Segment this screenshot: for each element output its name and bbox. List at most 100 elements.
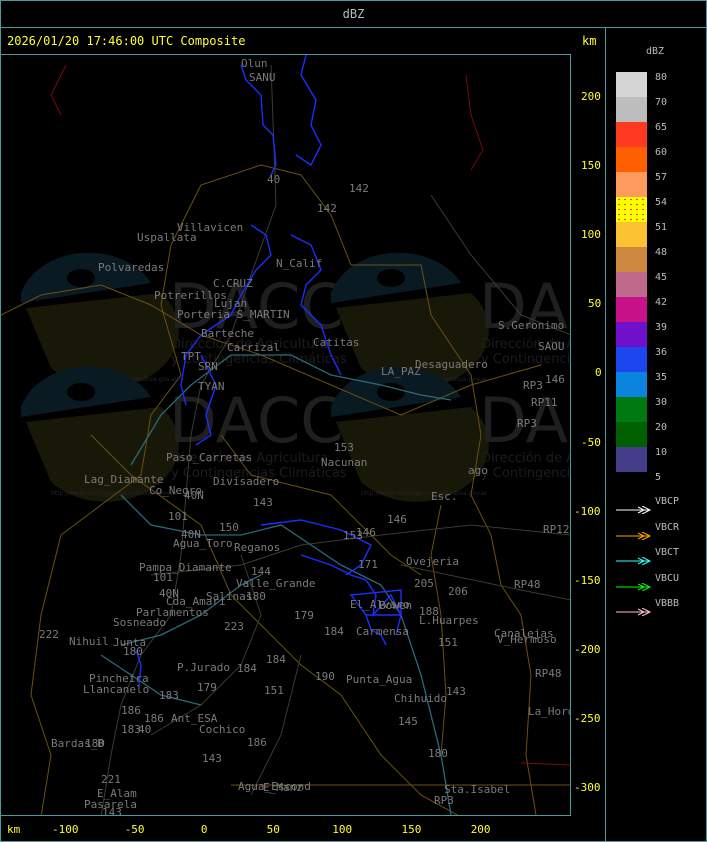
- scale-label: 10: [655, 447, 668, 458]
- y-tick-label: -100: [574, 504, 601, 518]
- color-swatch: [616, 422, 647, 447]
- x-tick-label: 50: [266, 823, 280, 836]
- place-label: ago: [468, 464, 488, 477]
- header-title: dBZ: [342, 7, 365, 21]
- place-label: 144: [251, 565, 271, 578]
- scale-label: 80: [655, 72, 668, 83]
- color-swatch: [616, 272, 647, 297]
- place-label: 171: [358, 558, 378, 571]
- place-label: Barteche: [201, 327, 254, 340]
- color-swatch: [616, 297, 647, 322]
- dacc-logo: DACC Dirección de Agricultura y Continge…: [21, 366, 347, 502]
- radar-name[interactable]: VBCR: [655, 522, 679, 533]
- color-swatch: [616, 122, 647, 147]
- scale-label: 35: [655, 372, 668, 383]
- place-label: 179: [197, 681, 217, 694]
- place-label: RP3: [523, 379, 543, 392]
- place-label: 146: [387, 513, 407, 526]
- radar-name[interactable]: VBCT: [655, 547, 679, 558]
- radar-arrow-icon: [616, 550, 652, 566]
- scale-label: 39: [655, 322, 668, 333]
- place-label: Punta_Agua: [346, 673, 413, 686]
- place-label: RP48: [535, 667, 562, 680]
- place-label: Chihuido: [394, 692, 447, 705]
- logo-line2: y Contingencias Climáticas: [481, 466, 571, 481]
- scale-label: 20: [655, 422, 668, 433]
- place-label: 143: [446, 685, 466, 698]
- place-label: RP3: [517, 417, 537, 430]
- radar-arrow-icon: [616, 525, 652, 540]
- y-tick-label: 50: [588, 297, 602, 311]
- color-swatch: [616, 322, 647, 347]
- place-label: Carmensa: [356, 625, 409, 638]
- logo-line1: Dirección de Agricultura: [481, 451, 571, 466]
- y-tick-label: -300: [574, 781, 601, 794]
- place-label: SANU: [249, 71, 276, 84]
- dacc-watermark: DACC Dirección de Agricultura y Continge…: [21, 252, 571, 502]
- place-label: 180: [246, 590, 266, 603]
- radar-arrow-icon: [616, 601, 652, 617]
- place-label: 223: [224, 620, 244, 633]
- y-tick-label: 100: [581, 228, 601, 242]
- place-label: Carrizal: [227, 341, 280, 354]
- y-tick-label: -250: [574, 711, 601, 725]
- place-label: 180: [85, 737, 105, 750]
- y-tick-label: 0: [595, 366, 602, 380]
- place-label: 142: [317, 202, 337, 215]
- radar-map[interactable]: DACC Dirección de Agricultura y Continge…: [1, 54, 571, 816]
- place-label: 40N: [184, 489, 204, 502]
- place-label: Agua_Toro: [173, 537, 233, 550]
- place-label: 184: [266, 653, 286, 666]
- color-swatch: [616, 97, 647, 122]
- radar-arrow-icon: [616, 576, 652, 591]
- scale-label: 65: [655, 122, 668, 133]
- place-label: Polvaredas: [98, 261, 165, 274]
- y-tick-label: 200: [581, 90, 601, 103]
- x-axis-unit: km: [7, 823, 21, 836]
- place-label: 184: [237, 662, 257, 675]
- place-label: 222: [39, 628, 59, 641]
- place-label: Ovejeria: [406, 555, 459, 568]
- legend-title: dBZ: [646, 46, 665, 57]
- place-label: RP12: [543, 523, 570, 536]
- logo-url: http://www.contingencias.mendoza.gov.ar: [361, 490, 488, 497]
- scale-label: 45: [655, 272, 668, 283]
- place-label: 206: [448, 585, 468, 598]
- scale-label: 30: [655, 397, 668, 408]
- x-tick-label: 0: [200, 823, 208, 836]
- color-swatch: [616, 172, 647, 197]
- radar-name[interactable]: VBBB: [655, 598, 679, 609]
- place-label: Sosneado: [113, 616, 166, 629]
- scale-label: 51: [655, 222, 668, 233]
- place-label: 183: [121, 723, 141, 736]
- place-label: Cochico: [199, 723, 246, 736]
- place-label: 153: [334, 441, 354, 454]
- place-label: 180: [428, 747, 448, 760]
- place-label: Reganos: [234, 541, 281, 554]
- radar-name[interactable]: VBCU: [655, 573, 679, 584]
- y-tick-label: -200: [574, 642, 601, 656]
- color-swatch: [616, 197, 647, 222]
- place-label: N_Calif: [276, 257, 323, 270]
- place-label: Valle_Grande: [236, 577, 316, 590]
- place-label: V_Hermoso: [497, 633, 557, 646]
- place-label: La_Horqueta: [528, 705, 570, 718]
- y-tick-label: -50: [581, 435, 601, 449]
- place-label: 150: [219, 521, 239, 534]
- radar-name[interactable]: VBCP: [655, 496, 679, 507]
- scale-label: 5: [655, 472, 662, 483]
- place-label: 101: [153, 571, 173, 584]
- place-label: 190: [315, 670, 335, 683]
- x-tick-label: -100: [52, 823, 79, 836]
- place-label: Sta.Isabel: [444, 783, 511, 796]
- scale-label: 60: [655, 147, 668, 158]
- place-label: Desaguadero: [415, 358, 488, 371]
- scale-label: 70: [655, 97, 668, 108]
- place-label: SRN: [198, 360, 218, 373]
- color-swatch: [616, 247, 647, 272]
- place-label: 186: [247, 736, 267, 749]
- scale-label: 42: [655, 297, 668, 308]
- place-label: 101: [168, 510, 188, 523]
- place-label: E_Manz: [263, 781, 303, 794]
- place-label: 180: [123, 645, 143, 658]
